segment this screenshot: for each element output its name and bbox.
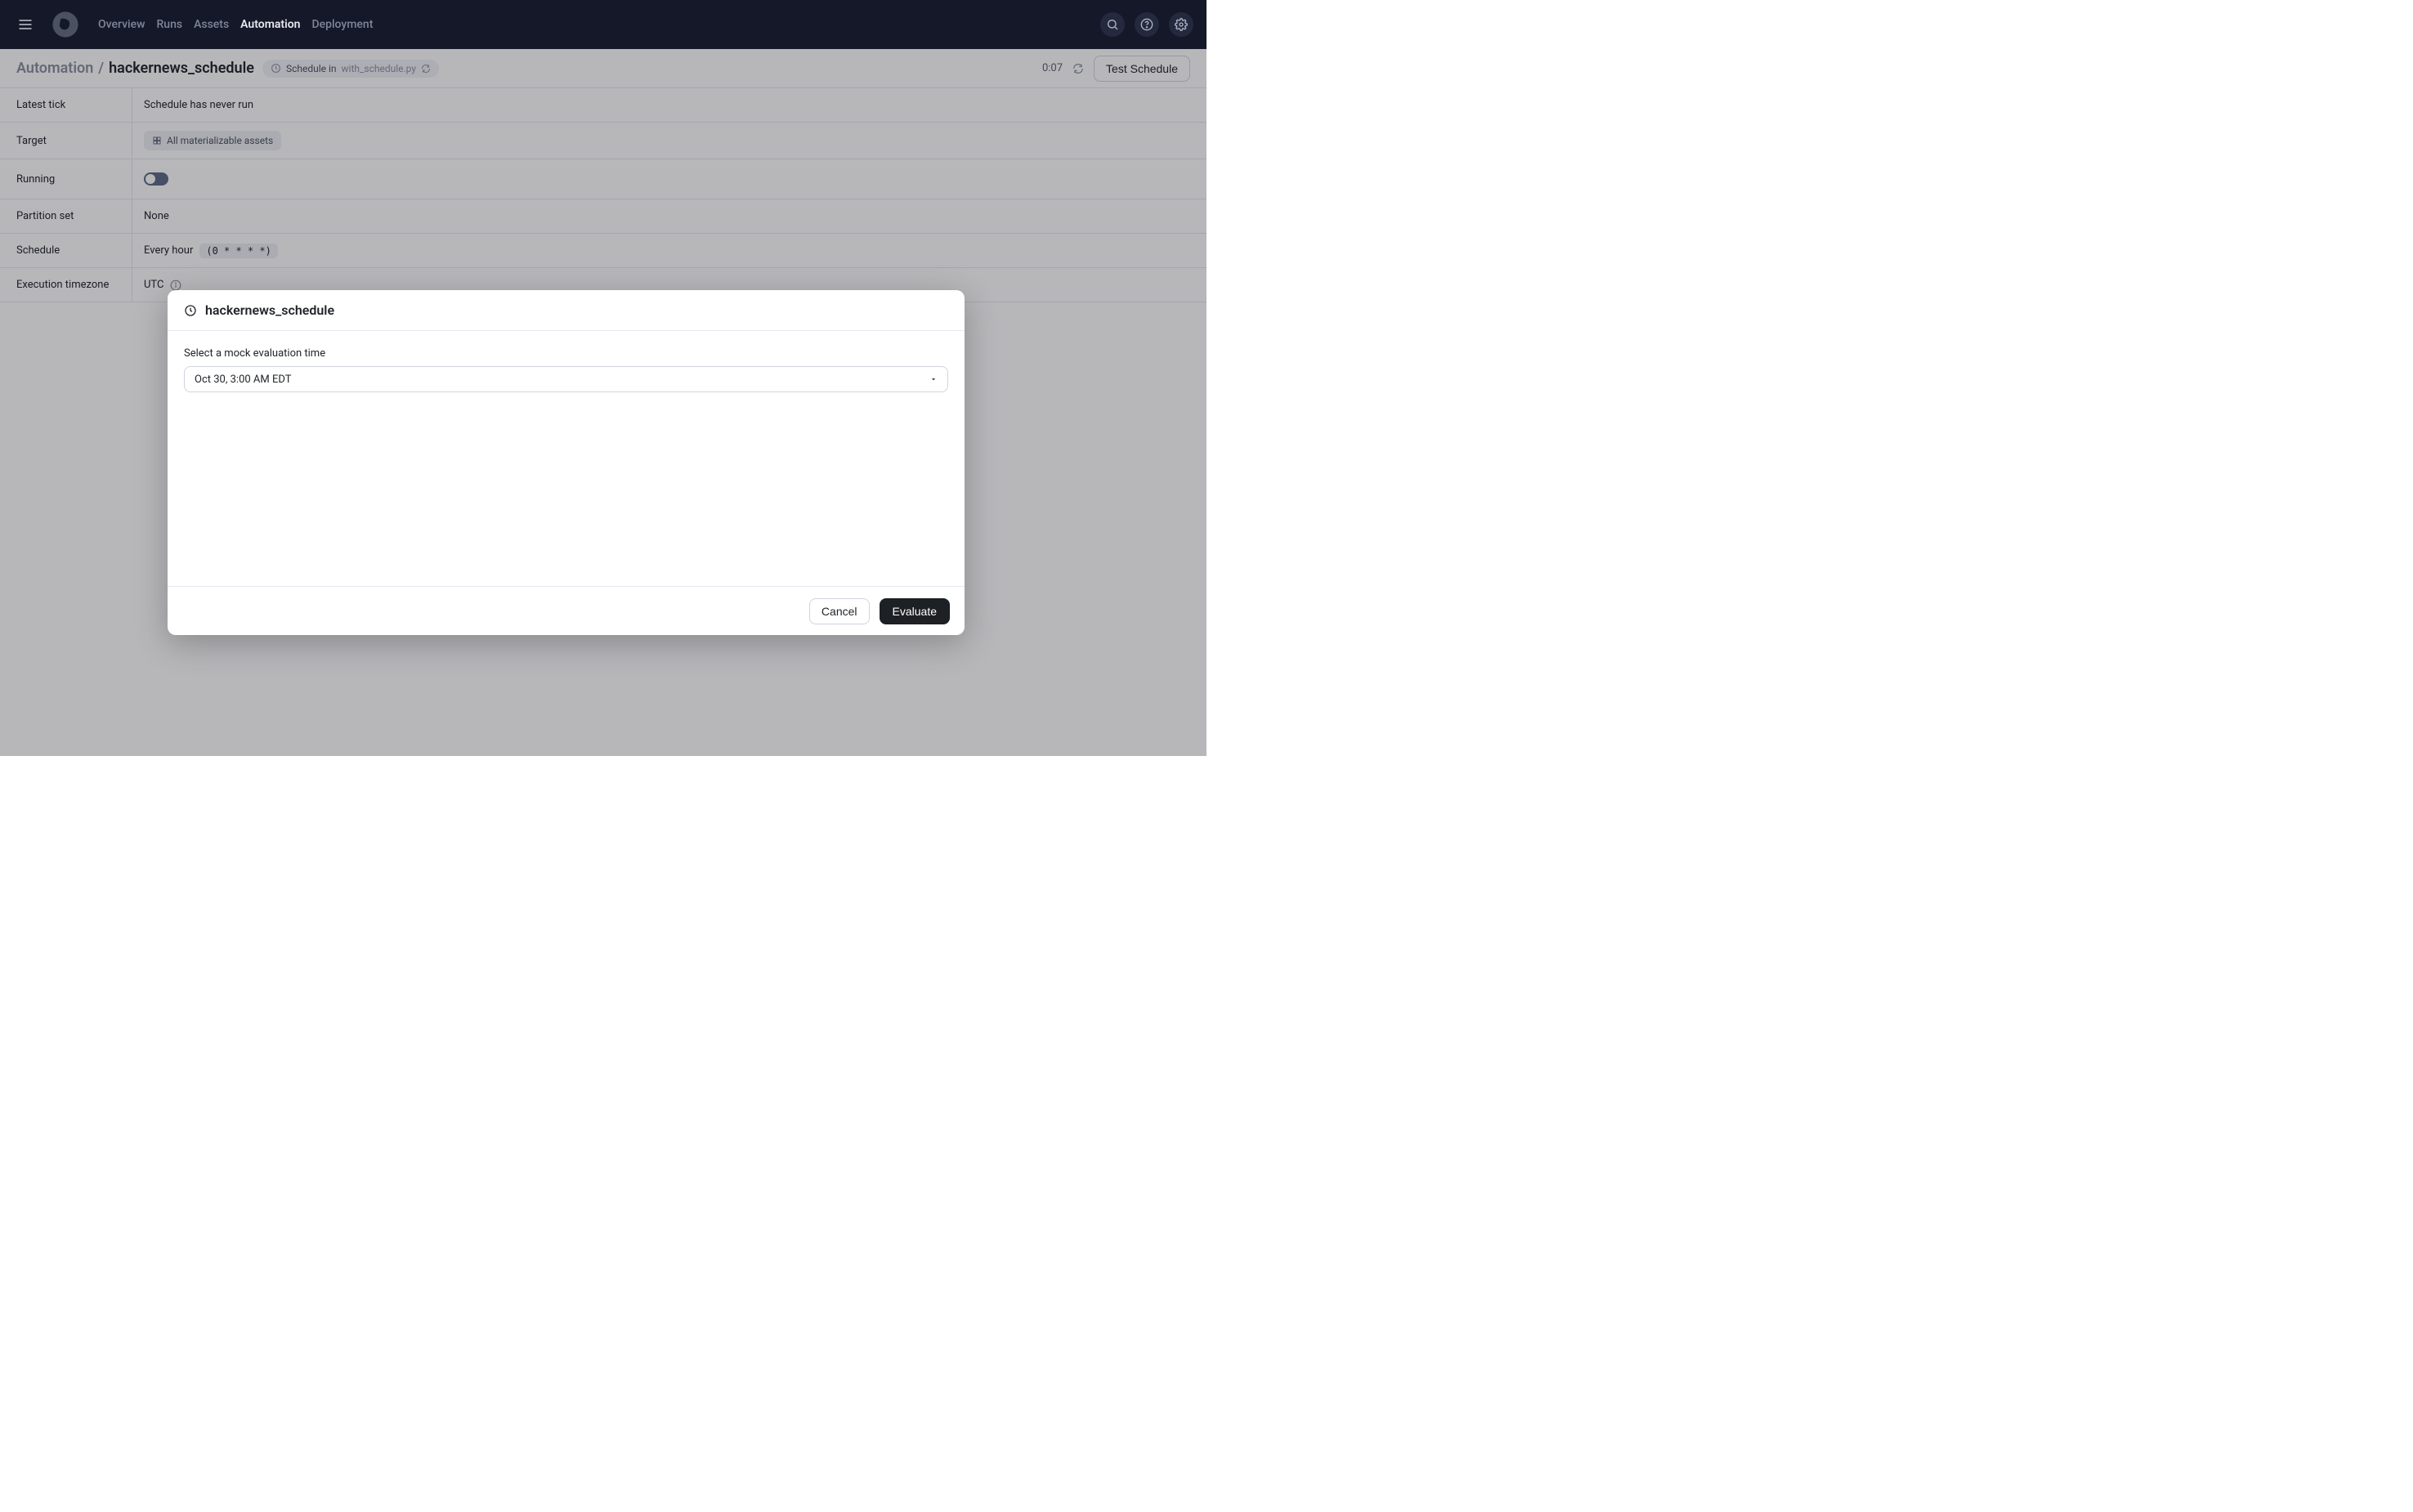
clock-icon — [184, 304, 197, 317]
nav-deployment[interactable]: Deployment — [311, 18, 373, 31]
nav-automation[interactable]: Automation — [240, 18, 300, 31]
modal-header: hackernews_schedule — [168, 290, 965, 331]
nav-overview[interactable]: Overview — [98, 18, 145, 31]
top-nav-left: Overview Runs Assets Automation Deployme… — [13, 10, 373, 39]
search-icon[interactable] — [1100, 12, 1125, 37]
mock-time-value: Oct 30, 3:00 AM EDT — [195, 374, 291, 386]
gear-icon[interactable] — [1169, 12, 1193, 37]
test-schedule-modal: hackernews_schedule Select a mock evalua… — [168, 290, 965, 635]
evaluate-button[interactable]: Evaluate — [880, 598, 950, 624]
nav-links: Overview Runs Assets Automation Deployme… — [98, 18, 373, 31]
mock-time-label: Select a mock evaluation time — [184, 347, 948, 360]
nav-runs[interactable]: Runs — [156, 18, 182, 31]
help-icon[interactable] — [1135, 12, 1159, 37]
mock-time-select[interactable]: Oct 30, 3:00 AM EDT — [184, 366, 948, 392]
menu-icon[interactable] — [13, 12, 38, 37]
top-nav-right — [1100, 12, 1193, 37]
modal-body: Select a mock evaluation time Oct 30, 3:… — [168, 331, 965, 586]
app-logo[interactable] — [51, 10, 80, 39]
cancel-button[interactable]: Cancel — [809, 598, 870, 624]
modal-title: hackernews_schedule — [205, 302, 334, 318]
top-nav: Overview Runs Assets Automation Deployme… — [0, 0, 1206, 49]
modal-footer: Cancel Evaluate — [168, 586, 965, 635]
caret-down-icon — [929, 375, 938, 383]
nav-assets[interactable]: Assets — [194, 18, 229, 31]
